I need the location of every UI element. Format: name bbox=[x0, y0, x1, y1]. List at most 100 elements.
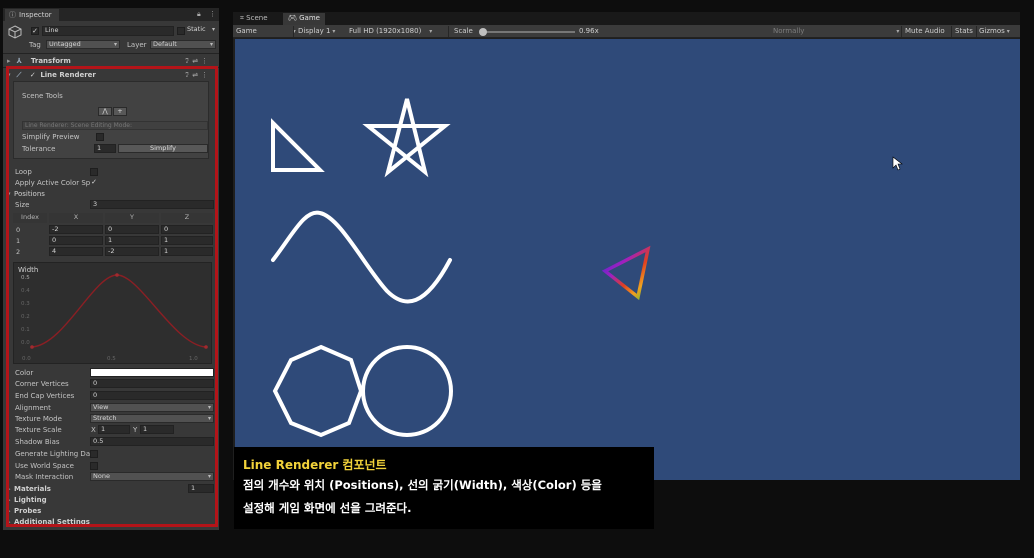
gameobject-cube-icon bbox=[8, 25, 22, 39]
tab-scene[interactable]: ⌗ Scene bbox=[235, 13, 273, 25]
position-y-cell[interactable]: -2 bbox=[105, 247, 159, 256]
column-header: Y bbox=[105, 213, 159, 223]
materials-count-field[interactable]: 1 bbox=[188, 484, 214, 493]
caption-line-2: 설정해 게임 화면에 선을 그려준다. bbox=[243, 501, 412, 515]
corner-vertices-field[interactable]: 0 bbox=[90, 379, 214, 388]
line-renderer-header-icons[interactable]: ❔︎⇌⋮ bbox=[185, 71, 211, 80]
simplify-preview-label: Simplify Preview bbox=[22, 133, 80, 141]
texture-scale-x-label: X bbox=[91, 426, 96, 434]
caption-title-ko: 컴포넌트 bbox=[338, 458, 387, 472]
tab-game[interactable]: 🎮︎ Game bbox=[283, 13, 325, 25]
lock-icon[interactable]: 🔒︎ bbox=[197, 10, 201, 19]
layer-dropdown[interactable]: Default bbox=[150, 40, 216, 49]
position-y-cell[interactable]: 0 bbox=[105, 225, 159, 234]
transform-header-icons[interactable]: ❔︎⇌⋮ bbox=[185, 57, 211, 66]
gizmos-dropdown[interactable]: Gizmos bbox=[979, 27, 1010, 35]
foldout-arrow-icon: ▸ bbox=[7, 496, 11, 504]
additional-settings-foldout[interactable]: ▸ Additional Settings bbox=[7, 518, 90, 526]
active-checkbox[interactable]: ✓ bbox=[31, 27, 39, 35]
scale-slider-track[interactable] bbox=[483, 31, 575, 33]
foldout-arrow-icon: ▸ bbox=[7, 57, 11, 65]
width-curve bbox=[30, 273, 208, 349]
caption-title: Line Renderer 컴포넌트 bbox=[243, 457, 645, 473]
generate-lighting-checkbox[interactable] bbox=[90, 450, 98, 458]
info-icon: ⓘ bbox=[9, 11, 16, 19]
transform-label: Transform bbox=[30, 57, 71, 65]
foldout-arrow-icon: ▾ bbox=[7, 71, 11, 79]
simplify-preview-checkbox[interactable] bbox=[96, 133, 104, 141]
tab-inspector[interactable]: ⓘ Inspector bbox=[5, 9, 59, 21]
alignment-dropdown[interactable]: View bbox=[90, 403, 214, 412]
static-dropdown[interactable]: Static bbox=[185, 26, 217, 35]
tolerance-field[interactable]: 1 bbox=[94, 144, 116, 153]
color-swatch[interactable] bbox=[90, 368, 214, 377]
texture-scale-y-field[interactable]: 1 bbox=[140, 425, 174, 434]
apply-active-color-label: Apply Active Color Sp bbox=[15, 179, 91, 187]
more-options-icon[interactable]: ⋮ bbox=[209, 10, 216, 18]
divider bbox=[3, 67, 219, 68]
scale-slider-knob[interactable] bbox=[479, 28, 487, 36]
tag-dropdown[interactable]: Untagged bbox=[46, 40, 120, 49]
texture-mode-dropdown[interactable]: Stretch bbox=[90, 414, 214, 423]
game-mode-label: Game bbox=[236, 27, 257, 35]
tab-game-label: Game bbox=[299, 14, 320, 22]
end-cap-vertices-field[interactable]: 0 bbox=[90, 391, 214, 400]
mask-interaction-label: Mask Interaction bbox=[15, 473, 74, 481]
probes-foldout[interactable]: ▸ Probes bbox=[7, 507, 41, 515]
create-points-button[interactable]: + bbox=[113, 107, 127, 116]
game-mode-dropdown[interactable]: Game bbox=[236, 27, 296, 35]
loop-checkbox[interactable] bbox=[90, 168, 98, 176]
curve-key[interactable] bbox=[30, 345, 34, 349]
corner-vertices-label: Corner Vertices bbox=[15, 380, 69, 388]
resolution-dropdown[interactable]: Full HD (1920x1080) bbox=[349, 27, 432, 35]
color-label: Color bbox=[15, 369, 34, 377]
game-view-window: ⌗ Scene 🎮︎ Game Game Display 1 Full HD (… bbox=[233, 12, 1020, 480]
line-renderer-header[interactable]: ▾ ⟋ ✓ Line Renderer bbox=[7, 71, 96, 80]
lighting-foldout[interactable]: ▸ Lighting bbox=[7, 496, 47, 504]
object-name-field[interactable]: Line bbox=[42, 26, 174, 36]
game-render bbox=[271, 98, 903, 438]
scene-tools-label: Scene Tools bbox=[22, 92, 63, 100]
use-world-space-checkbox[interactable] bbox=[90, 462, 98, 470]
width-curve-editor[interactable]: Width 0.5 0.4 0.3 0.2 0.1 0.0 0.0 0.5 1.… bbox=[13, 262, 212, 364]
mute-audio-button[interactable]: Mute Audio bbox=[905, 27, 945, 35]
simplify-button[interactable]: Simplify bbox=[118, 144, 208, 153]
position-y-cell[interactable]: 1 bbox=[105, 236, 159, 245]
position-x-cell[interactable]: 0 bbox=[49, 236, 103, 245]
edit-points-button[interactable]: ⋀ bbox=[98, 107, 112, 116]
resolution-label: Full HD (1920x1080) bbox=[349, 27, 422, 35]
static-checkbox[interactable] bbox=[177, 27, 185, 35]
position-z-cell[interactable]: 0 bbox=[161, 225, 213, 234]
texture-scale-x-field[interactable]: 1 bbox=[98, 425, 130, 434]
component-enabled-checkbox[interactable]: ✓ bbox=[30, 71, 38, 79]
inspector-panel: ⓘInspector 🔒︎ ⋮ ✓ Line Static Tag Untagg… bbox=[3, 8, 219, 530]
positions-label: Positions bbox=[14, 190, 45, 198]
texture-mode-label: Texture Mode bbox=[15, 415, 62, 423]
shadow-bias-field[interactable]: 0.5 bbox=[90, 437, 214, 446]
game-canvas[interactable] bbox=[235, 39, 1020, 480]
materials-foldout[interactable]: ▸ Materials bbox=[7, 485, 51, 493]
position-x-cell[interactable]: -2 bbox=[49, 225, 103, 234]
display-label: Display 1 bbox=[298, 27, 331, 35]
position-z-cell[interactable]: 1 bbox=[161, 236, 213, 245]
play-focus-dropdown[interactable]: Normally bbox=[773, 27, 899, 35]
caption-line-1: 점의 개수와 위치 (Positions), 선의 굵기(Width), 색상(… bbox=[243, 478, 602, 492]
position-z-cell[interactable]: 1 bbox=[161, 247, 213, 256]
display-dropdown[interactable]: Display 1 bbox=[298, 27, 335, 35]
gamepad-icon: 🎮︎ bbox=[288, 14, 300, 22]
play-focus-label: Normally bbox=[773, 27, 805, 35]
position-x-cell[interactable]: 4 bbox=[49, 247, 103, 256]
curve-key[interactable] bbox=[204, 345, 208, 349]
generate-lighting-label: Generate Lighting Da bbox=[15, 450, 91, 458]
toolbar-divider bbox=[901, 26, 902, 37]
stats-button[interactable]: Stats bbox=[955, 27, 973, 35]
probes-label: Probes bbox=[14, 507, 42, 515]
scale-label: Scale bbox=[454, 27, 473, 35]
size-field[interactable]: 3 bbox=[90, 200, 214, 209]
curve-key[interactable] bbox=[115, 273, 119, 277]
transform-header[interactable]: ▸ ⅄ Transform bbox=[7, 57, 71, 65]
transform-icon: ⅄ bbox=[16, 57, 22, 65]
apply-active-color-checkbox[interactable]: ✓ bbox=[90, 179, 98, 187]
positions-foldout[interactable]: ▾ Positions bbox=[7, 190, 45, 198]
mask-interaction-dropdown[interactable]: None bbox=[90, 472, 214, 481]
